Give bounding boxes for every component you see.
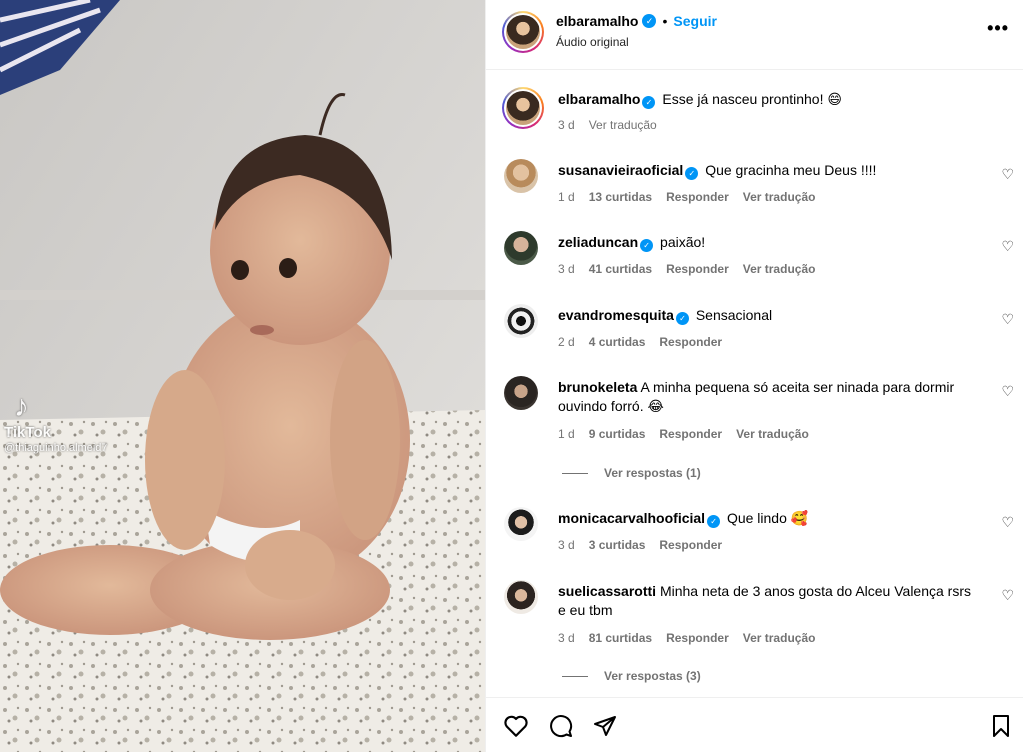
comments-list: elbaramalho ✓ Esse já nasceu prontinho! 😄… [486, 71, 1023, 697]
translate-link[interactable]: Ver tradução [743, 631, 816, 645]
translate-link[interactable]: Ver tradução [589, 118, 657, 132]
comment-time[interactable]: 2 d [558, 335, 575, 349]
author-avatar[interactable] [502, 11, 544, 53]
view-replies-label[interactable]: Ver respostas (1) [604, 466, 701, 480]
comment-time[interactable]: 1 d [558, 190, 575, 204]
caption-meta: 3 d Ver tradução [558, 118, 657, 132]
bookmark-icon[interactable] [990, 714, 1012, 738]
video-frame [0, 0, 485, 752]
comment-like-icon[interactable]: ♡ [1001, 311, 1014, 328]
translate-link[interactable]: Ver tradução [736, 427, 809, 441]
comment-meta: 3 d 3 curtidas Responder [558, 538, 722, 552]
comment-body: paixão! [660, 234, 706, 250]
reply-button[interactable]: Responder [659, 427, 722, 441]
more-options-icon[interactable]: ••• [987, 18, 1009, 39]
comment-icon[interactable] [548, 714, 574, 738]
view-replies-label[interactable]: Ver respostas (3) [604, 669, 701, 683]
caption-text: elbaramalho ✓ Esse já nasceu prontinho! 😄 [558, 90, 978, 109]
commenter-avatar[interactable] [504, 304, 538, 338]
tiktok-logo-icon: ♪ [14, 390, 29, 423]
verified-icon: ✓ [707, 515, 721, 528]
replies-divider [562, 675, 588, 677]
comment-like-icon[interactable]: ♡ [1001, 166, 1014, 183]
comment-meta: 3 d 41 curtidas Responder Ver tradução [558, 262, 815, 276]
comment-body: Que gracinha meu Deus !!!! [705, 162, 877, 178]
tiktok-wordmark: TikTok [4, 424, 51, 441]
likes-count[interactable]: 13 curtidas [589, 190, 652, 204]
comment-text: brunokeleta A minha pequena só aceita se… [558, 378, 978, 416]
comment-meta: 2 d 4 curtidas Responder [558, 335, 722, 349]
reply-button[interactable]: Responder [666, 262, 729, 276]
comment-text: suelicassarotti Minha neta de 3 anos gos… [558, 582, 978, 620]
view-replies-button[interactable]: Ver respostas (1) [562, 466, 701, 480]
commenter-avatar[interactable] [504, 231, 538, 265]
comment-time[interactable]: 3 d [558, 538, 575, 552]
replies-divider [562, 472, 588, 474]
comment-text: susanavieiraoficial ✓ Que gracinha meu De… [558, 161, 978, 180]
caption-time[interactable]: 3 d [558, 118, 575, 132]
comment-username[interactable]: monicacarvalhooficial [558, 510, 705, 526]
comment-like-icon[interactable]: ♡ [1001, 383, 1014, 400]
likes-count[interactable]: 4 curtidas [589, 335, 646, 349]
post-header: elbaramalho ✓ • Seguir Áudio original ••… [486, 0, 1023, 70]
likes-count[interactable]: 3 curtidas [589, 538, 646, 552]
caption-avatar[interactable] [502, 87, 544, 129]
comment-meta: 3 d 81 curtidas Responder Ver tradução [558, 631, 815, 645]
like-icon[interactable] [503, 714, 529, 738]
commenter-avatar[interactable] [504, 507, 538, 541]
comment-body: Sensacional [695, 307, 773, 323]
reply-button[interactable]: Responder [666, 631, 729, 645]
comment-username[interactable]: zeliaduncan [558, 234, 638, 250]
reply-button[interactable]: Responder [659, 538, 722, 552]
comment-time[interactable]: 3 d [558, 262, 575, 276]
verified-icon: ✓ [642, 14, 657, 28]
comment-like-icon[interactable]: ♡ [1001, 587, 1014, 604]
comment-body: Que lindo 🥰 [726, 510, 809, 526]
likes-count[interactable]: 81 curtidas [589, 631, 652, 645]
comment-text: evandromesquita ✓ Sensacional [558, 306, 978, 325]
comment-time[interactable]: 1 d [558, 427, 575, 441]
comment-time[interactable]: 3 d [558, 631, 575, 645]
comment-like-icon[interactable]: ♡ [1001, 514, 1014, 531]
likes-count[interactable]: 9 curtidas [589, 427, 646, 441]
caption-body: Esse já nasceu prontinho! 😄 [662, 91, 842, 107]
commenter-avatar[interactable] [504, 376, 538, 410]
verified-icon: ✓ [642, 96, 656, 109]
caption-username[interactable]: elbaramalho [558, 91, 640, 107]
comment-username[interactable]: suelicassarotti [558, 583, 656, 599]
reply-button[interactable]: Responder [666, 190, 729, 204]
commenter-avatar[interactable] [504, 580, 538, 614]
comment-username[interactable]: susanavieiraoficial [558, 162, 683, 178]
comment-meta: 1 d 13 curtidas Responder Ver tradução [558, 190, 815, 204]
verified-icon: ✓ [675, 312, 689, 325]
comment-username[interactable]: brunokeleta [558, 379, 637, 395]
separator-dot: • [662, 13, 668, 29]
comment-like-icon[interactable]: ♡ [1001, 238, 1014, 255]
comment-text: zeliaduncan ✓ paixão! [558, 233, 978, 252]
commenter-avatar[interactable] [504, 159, 538, 193]
translate-link[interactable]: Ver tradução [743, 262, 816, 276]
verified-icon: ✓ [685, 167, 699, 180]
view-replies-button[interactable]: Ver respostas (3) [562, 669, 701, 683]
author-line: elbaramalho ✓ • Seguir [556, 13, 717, 29]
translate-link[interactable]: Ver tradução [743, 190, 816, 204]
post-video[interactable]: ♪ TikTok @thiaguinho.almeid7 [0, 0, 485, 752]
share-icon[interactable] [592, 714, 618, 738]
post-panel: elbaramalho ✓ • Seguir Áudio original ••… [485, 0, 1023, 752]
comment-username[interactable]: evandromesquita [558, 307, 674, 323]
verified-icon: ✓ [640, 239, 654, 252]
audio-label[interactable]: Áudio original [556, 35, 629, 49]
comment-text: monicacarvalhooficial ✓ Que lindo 🥰 [558, 509, 978, 528]
tiktok-watermark: ♪ TikTok @thiaguinho.almeid7 [4, 390, 108, 455]
follow-button[interactable]: Seguir [673, 13, 717, 29]
comment-meta: 1 d 9 curtidas Responder Ver tradução [558, 427, 809, 441]
action-bar [486, 697, 1023, 752]
likes-count[interactable]: 41 curtidas [589, 262, 652, 276]
reply-button[interactable]: Responder [659, 335, 722, 349]
author-username[interactable]: elbaramalho [556, 13, 638, 29]
tiktok-handle: @thiaguinho.almeid7 [4, 442, 108, 454]
